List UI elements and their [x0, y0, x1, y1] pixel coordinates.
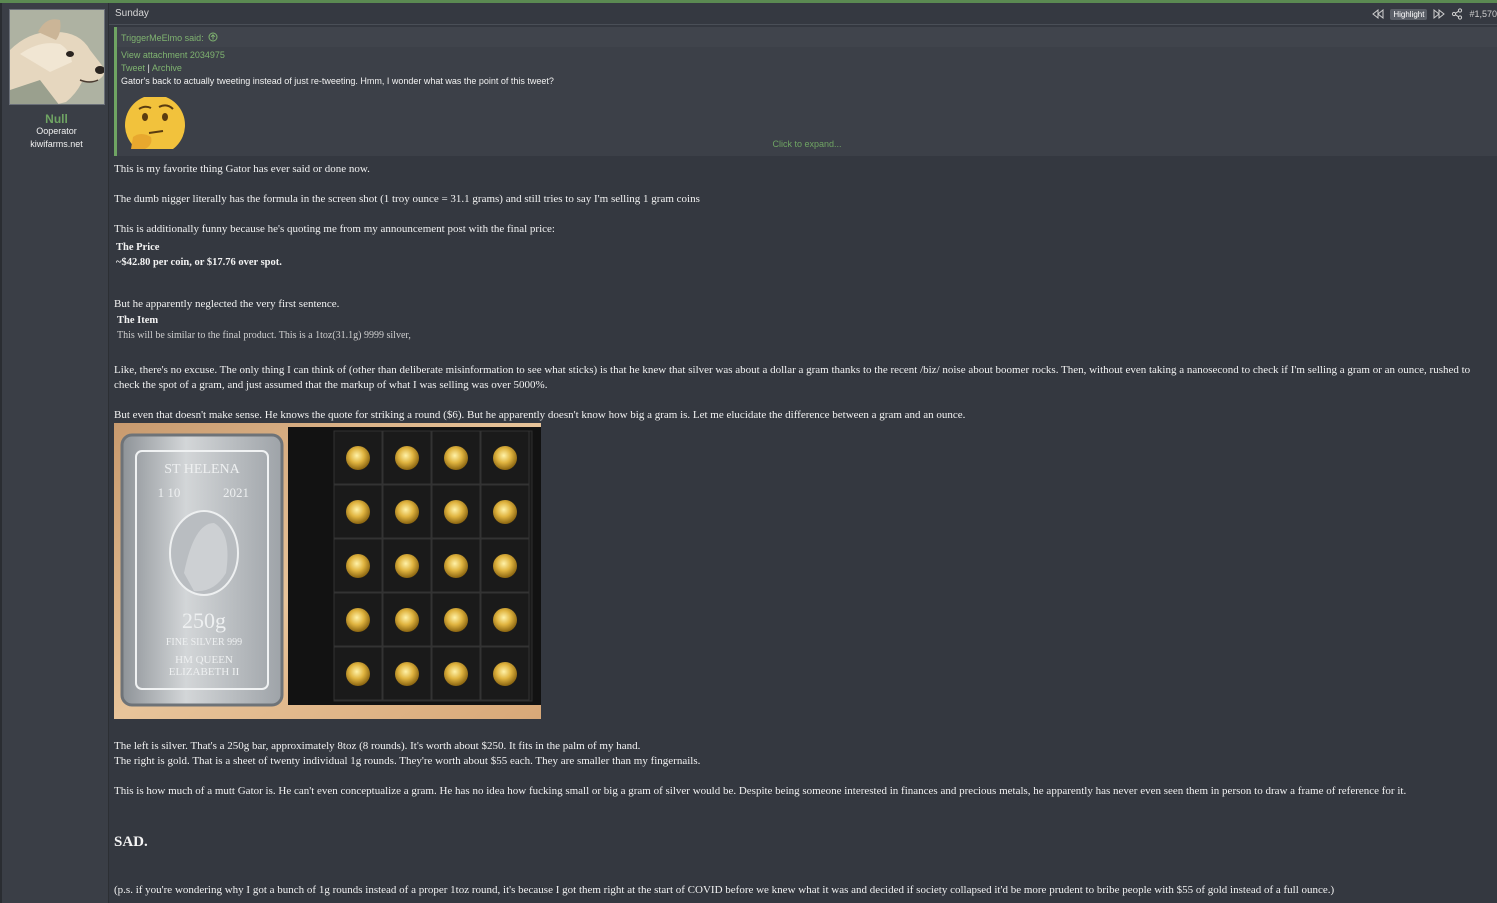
sad-heading: SAD. [114, 834, 148, 850]
gold-coin [444, 608, 468, 632]
paragraph-8: This is how much of a mutt Gator is. He … [114, 785, 1407, 797]
bar-fine: FINE SILVER 999 [166, 637, 242, 648]
gold-coin [346, 446, 370, 470]
paragraph-7b: The right is gold. That is a sheet of tw… [114, 755, 701, 767]
bar-weight: 250g [182, 608, 226, 633]
post-number[interactable]: #1,570 [1469, 9, 1497, 19]
gold-coin [395, 608, 419, 632]
quote-block: TriggerMeElmo said: View attachment 2034… [114, 27, 1497, 156]
bar-text-3: ELIZABETH II [169, 666, 240, 678]
share-icon[interactable] [1451, 8, 1463, 20]
author-site: kiwifarms.net [30, 139, 83, 149]
gold-coin [346, 608, 370, 632]
archive-link[interactable]: Archive [152, 63, 182, 73]
price-text: ~$42.80 per coin, or $17.76 over spot. [116, 257, 282, 268]
tweet-link[interactable]: Tweet [121, 63, 145, 73]
gold-coin [395, 662, 419, 686]
post-header: Sunday Highlight #1,570 [109, 3, 1497, 25]
gold-coin [493, 446, 517, 470]
attachment-link[interactable]: View attachment 2034975 [121, 49, 554, 62]
bar-text-2: HM QUEEN [175, 654, 233, 666]
quote-author[interactable]: TriggerMeElmo said: [121, 32, 218, 43]
author-name[interactable]: Null [2, 112, 111, 126]
paragraph-2: The dumb nigger literally has the formul… [114, 193, 700, 205]
post-author-sidebar: Null Ooperator kiwifarms.net [0, 3, 109, 903]
quote-author-label: TriggerMeElmo said: [121, 33, 204, 43]
link-separator: | [147, 63, 150, 73]
highlight-button[interactable]: Highlight [1390, 8, 1428, 20]
item-heading: The Item [117, 315, 159, 326]
avatar[interactable] [9, 9, 105, 105]
gold-coin [395, 554, 419, 578]
item-text: This will be similar to the final produc… [117, 330, 411, 341]
gold-coin [444, 446, 468, 470]
gold-coin [493, 554, 517, 578]
paragraph-5: Like, there's no excuse. The only thing … [114, 364, 1471, 391]
post-date[interactable]: Sunday [115, 8, 149, 19]
price-heading: The Price [116, 242, 160, 253]
gold-coin [444, 500, 468, 524]
paragraph-9: (p.s. if you're wondering why I got a bu… [114, 884, 1335, 896]
gold-coin [493, 608, 517, 632]
bar-year-right: 2021 [223, 485, 249, 500]
click-to-expand-link[interactable]: Click to expand... [117, 139, 1497, 149]
gold-coin [493, 500, 517, 524]
gold-coin [346, 554, 370, 578]
author-title: Ooperator [36, 126, 77, 136]
quote-body: View attachment 2034975 Tweet | Archive … [121, 49, 554, 88]
gold-coin [395, 446, 419, 470]
paragraph-4: But he apparently neglected the very fir… [114, 298, 340, 310]
paragraph-3: This is additionally funny because he's … [114, 223, 555, 235]
post-main: Sunday Highlight #1,570 TriggerMeElmo sa… [109, 3, 1497, 903]
gold-coin [395, 500, 419, 524]
paragraph-7a: The left is silver. That's a 250g bar, a… [114, 740, 641, 752]
quote-header: TriggerMeElmo said: [117, 27, 1497, 47]
paragraph-1: This is my favorite thing Gator has ever… [114, 163, 370, 175]
gold-coin [493, 662, 517, 686]
bar-year-left: 1 10 [158, 485, 181, 500]
gold-coin [444, 662, 468, 686]
silver-gold-photo[interactable]: ST HELENA 1 10 2021 250g FINE SILVER 999… [114, 423, 541, 719]
photo-image: ST HELENA 1 10 2021 250g FINE SILVER 999… [114, 423, 541, 719]
gold-coin [346, 500, 370, 524]
post-header-actions: Highlight #1,570 [1372, 7, 1497, 21]
bar-text-1: ST HELENA [164, 462, 240, 477]
gold-coin [346, 662, 370, 686]
arrow-up-circle-icon[interactable] [208, 32, 218, 42]
fast-forward-icon[interactable] [1433, 8, 1446, 20]
gold-coin [444, 554, 468, 578]
dog-avatar-image [10, 10, 104, 104]
quote-text: Gator's back to actually tweeting instea… [121, 76, 554, 86]
paragraph-6: But even that doesn't make sense. He kno… [114, 409, 966, 421]
rewind-icon[interactable] [1372, 8, 1384, 20]
